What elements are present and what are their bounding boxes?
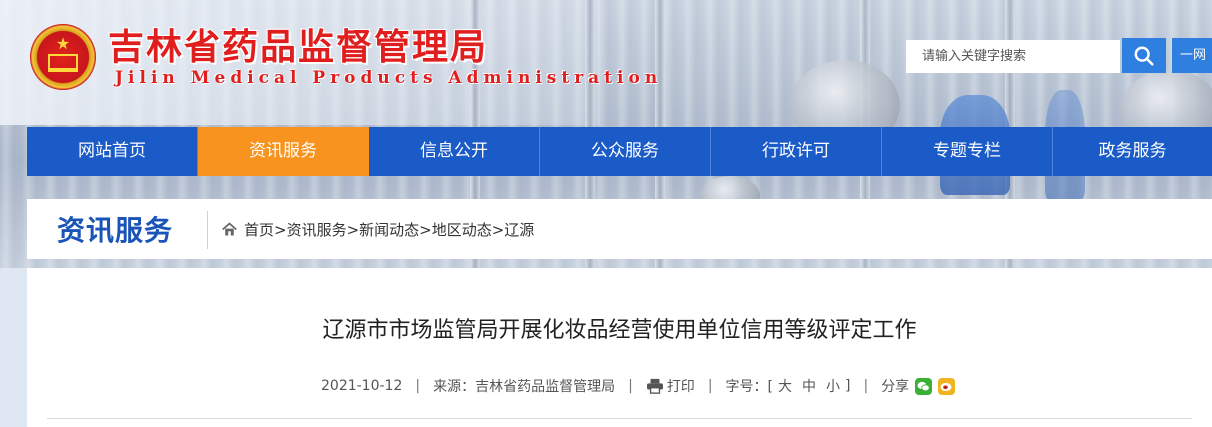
print-button[interactable]: 打印 [667, 376, 695, 396]
weibo-icon[interactable] [938, 377, 956, 395]
section-title: 资讯服务 [57, 215, 174, 246]
font-size-label: 字号：[ [725, 379, 773, 395]
source-label: 来源： [433, 379, 476, 395]
font-size-control: 字号：[ 大 中 小 ] [726, 376, 851, 396]
print-icon[interactable] [646, 378, 664, 394]
search-button[interactable] [1122, 38, 1166, 73]
article-panel: 辽源市市场监管局开展化妆品经营使用单位信用等级评定工作 2021-10-12 |… [27, 268, 1212, 427]
nav-item-public-service[interactable]: 公众服务 [540, 127, 711, 176]
nav-item-gov-service[interactable]: 政务服务 [1053, 127, 1212, 176]
nav-item-news-service[interactable]: 资讯服务 [198, 127, 369, 176]
home-icon[interactable] [221, 221, 238, 238]
one-net-button[interactable]: 一网 [1172, 38, 1212, 73]
article-title: 辽源市市场监管局开展化妆品经营使用单位信用等级评定工作 [322, 318, 917, 343]
article-source: 吉林省药品监督管理局 [475, 379, 616, 395]
article-divider [47, 418, 1192, 419]
article-date: 2021-10-12 [321, 378, 403, 394]
search-input[interactable] [906, 40, 1120, 73]
section-header: 资讯服务 首页>资讯服务>新闻动态>地区动态>辽源 [27, 199, 1212, 259]
section-divider [207, 211, 208, 249]
font-size-large[interactable]: 大 [778, 376, 792, 396]
share-label: 分享 [881, 379, 910, 395]
main-nav: 网站首页 资讯服务 信息公开 公众服务 行政许可 专题专栏 政务服务 [27, 127, 1212, 176]
meta-separator: | [707, 378, 713, 394]
article-meta: 2021-10-12 | 来源： 吉林省药品监督管理局 | 打印 | 字号：[ … [321, 376, 956, 396]
font-size-close: ] [845, 378, 851, 394]
search-icon [1134, 46, 1154, 66]
nav-item-admin-license[interactable]: 行政许可 [711, 127, 882, 176]
breadcrumb: 首页>资讯服务>新闻动态>地区动态>辽源 [221, 219, 534, 240]
font-size-small[interactable]: 小 [826, 376, 840, 396]
wechat-icon[interactable] [915, 377, 933, 395]
nav-item-special-topics[interactable]: 专题专栏 [882, 127, 1053, 176]
breadcrumb-text[interactable]: 首页>资讯服务>新闻动态>地区动态>辽源 [244, 219, 534, 240]
font-size-medium[interactable]: 中 [802, 376, 816, 396]
nav-item-home[interactable]: 网站首页 [27, 127, 198, 176]
meta-separator: | [628, 378, 633, 394]
site-title[interactable]: 吉林省药品监督管理局 [108, 18, 488, 70]
site-subtitle: Jilin Medical Products Administration [115, 68, 663, 88]
nav-item-info-disclosure[interactable]: 信息公开 [369, 127, 540, 176]
meta-separator: | [863, 378, 869, 394]
meta-separator: | [415, 378, 421, 394]
national-emblem-icon[interactable]: ★ [30, 24, 96, 90]
